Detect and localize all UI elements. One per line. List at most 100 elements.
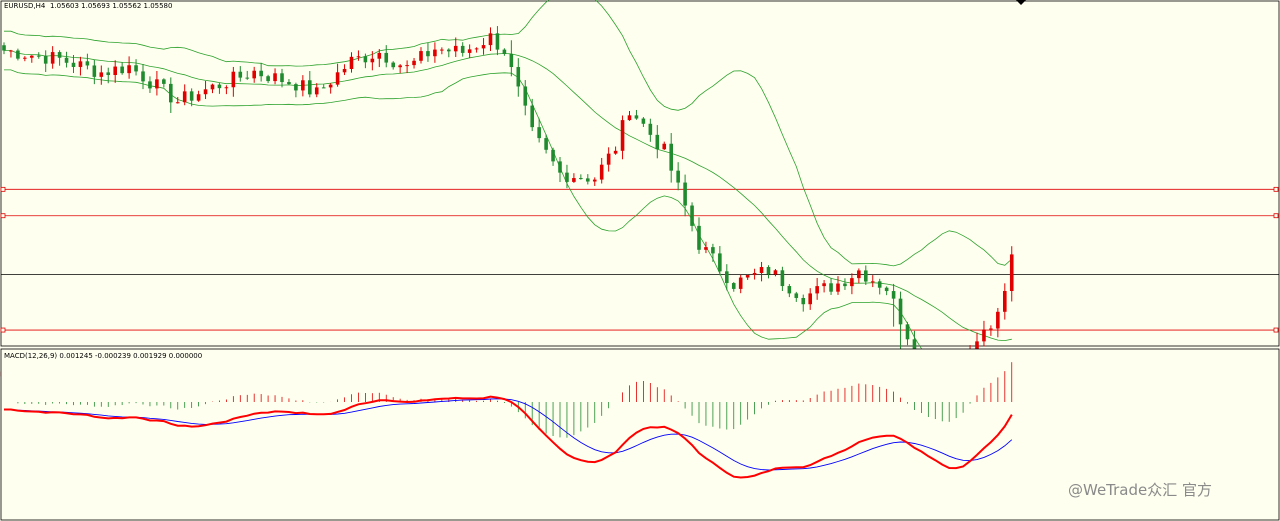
candle-body (808, 293, 812, 305)
candle-body (294, 84, 298, 91)
candle-body (30, 55, 34, 58)
candle-body (363, 56, 368, 63)
candle-body (627, 115, 632, 121)
candle-body (829, 283, 833, 292)
candle-body (579, 178, 583, 180)
candle-body (349, 56, 354, 69)
candle-body (23, 57, 27, 59)
candle-body (217, 84, 222, 89)
candle-body (203, 89, 208, 95)
candle-body (843, 283, 847, 287)
candle-body (697, 225, 701, 250)
line-handle-2-2 (1273, 213, 1279, 219)
candle-body (648, 123, 653, 135)
candle-body (398, 65, 402, 68)
candle-body (460, 45, 465, 53)
candle-body (308, 80, 312, 95)
candle-body (523, 86, 528, 106)
candle-body (127, 65, 131, 74)
candle-body (280, 73, 284, 83)
price-panel-frame (0, 0, 1280, 347)
candle-body (328, 84, 333, 88)
candle-body (620, 120, 625, 151)
candle-body (377, 52, 382, 59)
candle-body (752, 272, 757, 276)
candle-body (891, 291, 896, 299)
candle-body (989, 328, 993, 330)
candle-body (196, 94, 201, 101)
candle-body (78, 61, 83, 67)
candle-body (773, 270, 778, 275)
candle-body (50, 52, 55, 64)
candle-body (134, 65, 138, 72)
candle-body (259, 70, 263, 77)
candle-body (120, 66, 124, 74)
candle-body (641, 118, 646, 124)
candle-body (586, 178, 590, 182)
candle-body (370, 58, 375, 63)
candle-body (238, 71, 243, 78)
candle-body (175, 102, 180, 104)
candle-body (92, 65, 97, 77)
candle-body (884, 287, 889, 292)
candle-body (16, 50, 20, 59)
ohlc-label: 1.05603 1.05693 1.05562 1.05580 (50, 2, 172, 10)
candle-body (572, 178, 576, 182)
candle-body (266, 76, 270, 82)
candle-body (71, 62, 76, 67)
candle-body (57, 52, 62, 58)
candle-body (148, 81, 152, 89)
line-handle-4-2 (1273, 327, 1279, 333)
candle-body (530, 105, 534, 128)
candle-body (544, 138, 548, 150)
line-handle-1-1 (0, 186, 6, 192)
candle-body (467, 49, 472, 53)
candle-body (356, 56, 361, 58)
candle-body (870, 281, 875, 283)
candle-body (384, 52, 389, 63)
candle-body (1009, 254, 1014, 291)
candle-body (335, 72, 340, 85)
candle-body (864, 270, 868, 282)
candle-body (766, 267, 771, 275)
candle-body (690, 205, 694, 226)
watermark: @WeTrade众汇 官方 (1068, 481, 1212, 499)
candle-body (245, 77, 250, 79)
candle-body (982, 329, 986, 342)
candle-body (321, 87, 326, 89)
symbol-label: EURUSD,H4 (4, 2, 46, 10)
candle-body (141, 71, 145, 82)
line-handle-4-1 (0, 327, 6, 333)
candle-body (391, 62, 395, 68)
candle-body (2, 45, 6, 51)
candle-body (787, 286, 792, 294)
candle-body (43, 55, 48, 64)
candle-body (669, 143, 673, 171)
line-handle-1-2 (1273, 186, 1279, 192)
candle-body (731, 283, 736, 289)
candle-body (64, 57, 69, 63)
candle-body (551, 149, 555, 162)
candle-body (898, 298, 903, 325)
candle-body (447, 49, 451, 52)
candle-body (634, 115, 639, 119)
candle-body (113, 66, 117, 76)
candle-body (565, 172, 569, 182)
candle-body (162, 79, 166, 84)
candle-body (996, 311, 1000, 329)
candle-body (780, 270, 785, 287)
candle-body (9, 50, 13, 52)
candle-body (155, 79, 159, 89)
candle-body (877, 281, 882, 288)
candle-body (655, 134, 660, 150)
candle-body (85, 61, 90, 66)
candle-body (210, 84, 215, 90)
candle-body (725, 271, 729, 284)
candle-body (738, 277, 743, 289)
candle-body (502, 49, 507, 55)
candle-body (1003, 290, 1007, 312)
line-handle-2-1 (0, 213, 6, 219)
candle-body (509, 54, 514, 68)
candle-body (836, 283, 840, 292)
candle-body (495, 33, 500, 50)
